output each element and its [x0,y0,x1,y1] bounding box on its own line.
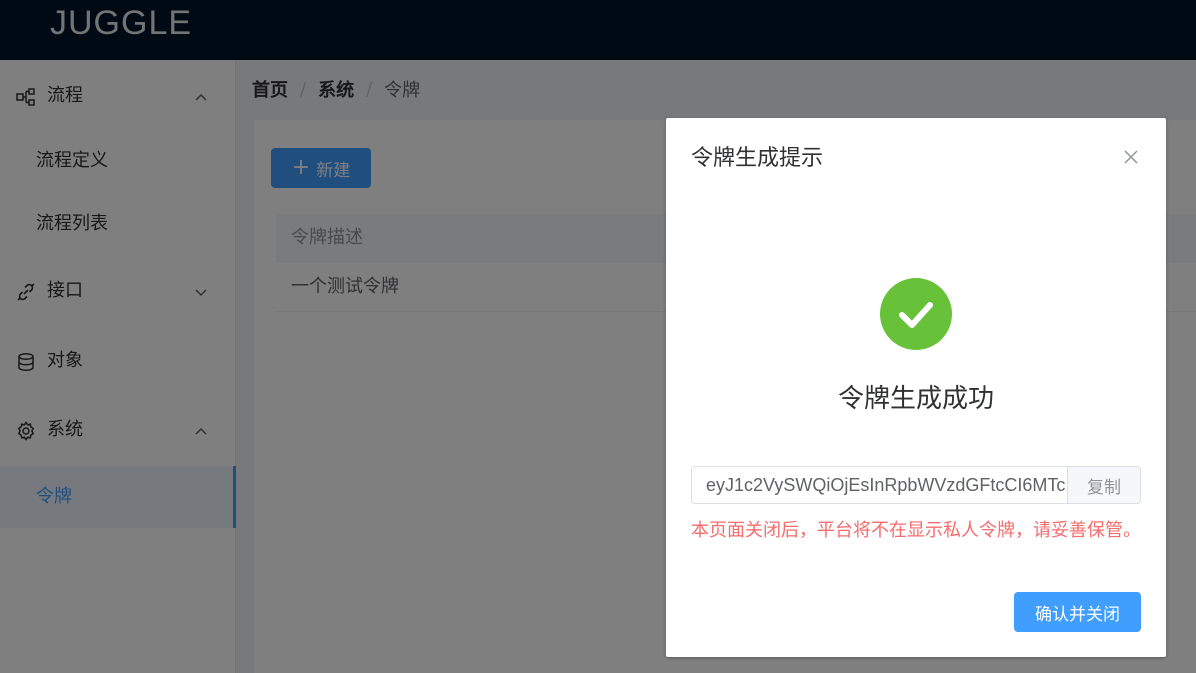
dialog-title: 令牌生成提示 [691,146,824,171]
confirm-close-button[interactable]: 确认并关闭 [1014,592,1141,632]
success-message: 令牌生成成功 [837,384,994,414]
token-dialog: 令牌生成提示 令牌生成成功 eyJ1c2VySWQiOjEsInRpbWVzdG… [666,118,1166,657]
copy-button[interactable]: 复制 [1067,466,1141,504]
token-field[interactable]: eyJ1c2VySWQiOjEsInRpbWVzdGFtcCI6MTc [691,466,1067,504]
warning-message: 本页面关闭后，平台将不在显示私人令牌，请妥善保管。 [691,520,1141,541]
check-circle-icon [880,278,952,350]
close-icon[interactable] [1122,148,1140,166]
